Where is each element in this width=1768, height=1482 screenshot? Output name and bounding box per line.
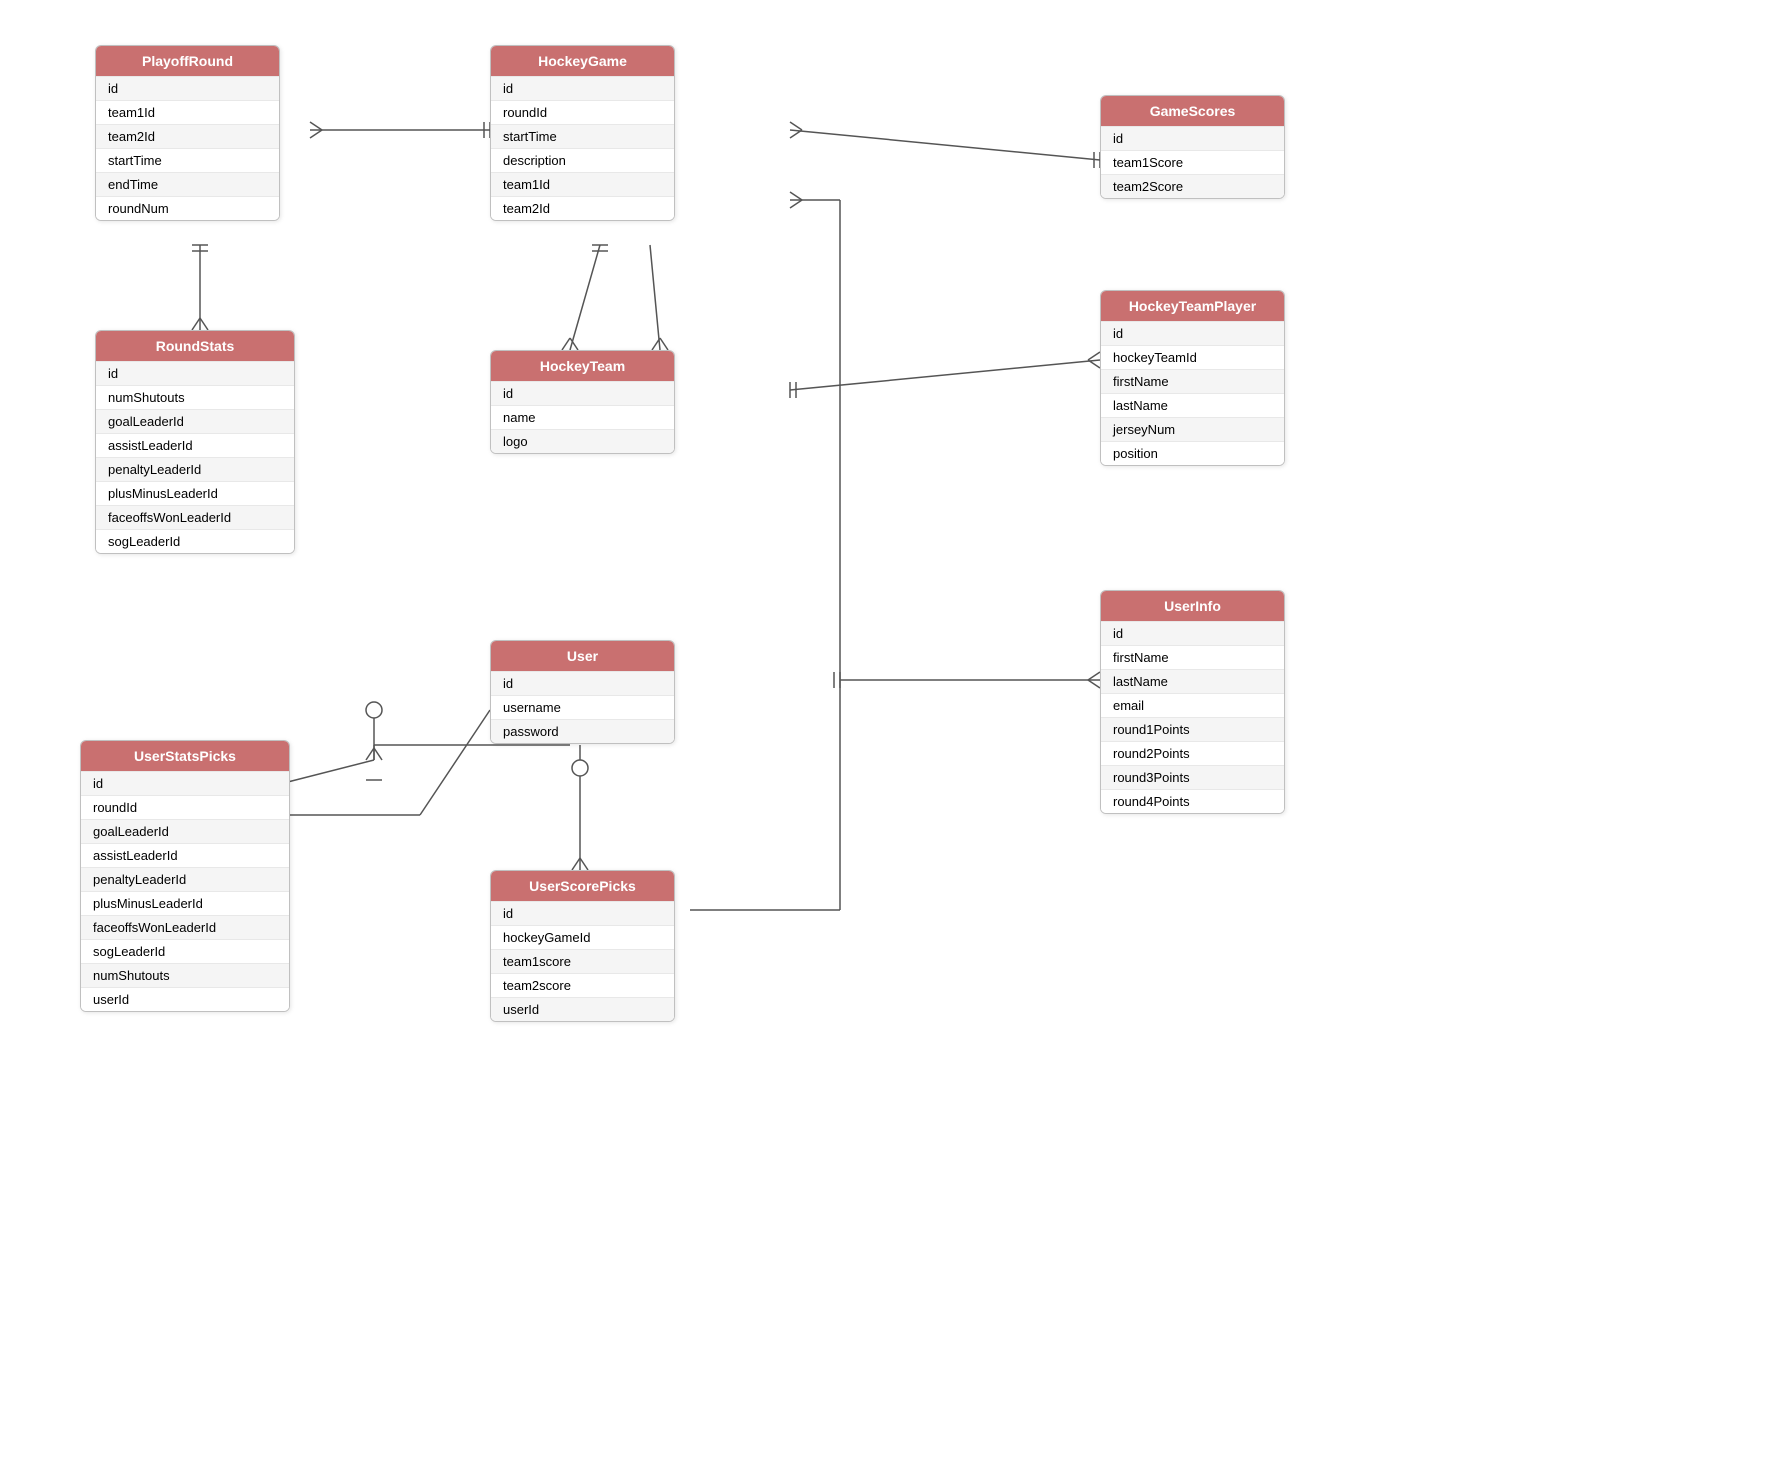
table-row: assistLeaderId [81, 843, 289, 867]
table-header-HockeyGame: HockeyGame [491, 46, 674, 76]
table-row: userId [491, 997, 674, 1021]
table-row: round4Points [1101, 789, 1284, 813]
table-body-HockeyTeamPlayer: id hockeyTeamId firstName lastName jerse… [1101, 321, 1284, 465]
table-row: description [491, 148, 674, 172]
table-row: team1Id [491, 172, 674, 196]
table-row: id [491, 901, 674, 925]
table-PlayoffRound: PlayoffRound id team1Id team2Id startTim… [95, 45, 280, 221]
table-row: team2Id [96, 124, 279, 148]
table-row: team2Id [491, 196, 674, 220]
table-body-HockeyTeam: id name logo [491, 381, 674, 453]
table-UserScorePicks: UserScorePicks id hockeyGameId team1scor… [490, 870, 675, 1022]
table-row: position [1101, 441, 1284, 465]
table-row: startTime [96, 148, 279, 172]
table-body-RoundStats: id numShutouts goalLeaderId assistLeader… [96, 361, 294, 553]
table-header-UserInfo: UserInfo [1101, 591, 1284, 621]
table-row: faceoffsWonLeaderId [81, 915, 289, 939]
table-row: sogLeaderId [96, 529, 294, 553]
table-row: id [1101, 621, 1284, 645]
table-row: id [81, 771, 289, 795]
table-row: id [491, 76, 674, 100]
table-header-RoundStats: RoundStats [96, 331, 294, 361]
table-row: hockeyGameId [491, 925, 674, 949]
table-row: sogLeaderId [81, 939, 289, 963]
table-row: id [96, 361, 294, 385]
table-body-PlayoffRound: id team1Id team2Id startTime endTime rou… [96, 76, 279, 220]
table-row: id [491, 381, 674, 405]
table-body-User: id username password [491, 671, 674, 743]
table-header-PlayoffRound: PlayoffRound [96, 46, 279, 76]
table-row: team1Id [96, 100, 279, 124]
table-header-UserScorePicks: UserScorePicks [491, 871, 674, 901]
table-row: goalLeaderId [81, 819, 289, 843]
table-row: roundId [491, 100, 674, 124]
table-row: id [1101, 126, 1284, 150]
table-row: username [491, 695, 674, 719]
table-row: email [1101, 693, 1284, 717]
table-RoundStats: RoundStats id numShutouts goalLeaderId a… [95, 330, 295, 554]
table-header-HockeyTeam: HockeyTeam [491, 351, 674, 381]
table-row: roundNum [96, 196, 279, 220]
table-row: firstName [1101, 645, 1284, 669]
table-row: lastName [1101, 393, 1284, 417]
table-header-GameScores: GameScores [1101, 96, 1284, 126]
table-row: startTime [491, 124, 674, 148]
table-row: jerseyNum [1101, 417, 1284, 441]
table-row: roundId [81, 795, 289, 819]
table-row: team1Score [1101, 150, 1284, 174]
table-header-HockeyTeamPlayer: HockeyTeamPlayer [1101, 291, 1284, 321]
table-row: goalLeaderId [96, 409, 294, 433]
table-row: penaltyLeaderId [81, 867, 289, 891]
table-HockeyTeamPlayer: HockeyTeamPlayer id hockeyTeamId firstNa… [1100, 290, 1285, 466]
table-row: faceoffsWonLeaderId [96, 505, 294, 529]
table-body-UserStatsPicks: id roundId goalLeaderId assistLeaderId p… [81, 771, 289, 1011]
table-row: team1score [491, 949, 674, 973]
table-row: round2Points [1101, 741, 1284, 765]
table-row: numShutouts [96, 385, 294, 409]
table-row: round3Points [1101, 765, 1284, 789]
table-row: id [491, 671, 674, 695]
table-UserStatsPicks: UserStatsPicks id roundId goalLeaderId a… [80, 740, 290, 1012]
table-body-HockeyGame: id roundId startTime description team1Id… [491, 76, 674, 220]
table-row: penaltyLeaderId [96, 457, 294, 481]
table-row: password [491, 719, 674, 743]
table-row: team2score [491, 973, 674, 997]
table-HockeyGame: HockeyGame id roundId startTime descript… [490, 45, 675, 221]
table-row: id [96, 76, 279, 100]
table-row: endTime [96, 172, 279, 196]
table-HockeyTeam: HockeyTeam id name logo [490, 350, 675, 454]
table-row: id [1101, 321, 1284, 345]
table-row: firstName [1101, 369, 1284, 393]
table-row: plusMinusLeaderId [96, 481, 294, 505]
table-row: logo [491, 429, 674, 453]
table-UserInfo: UserInfo id firstName lastName email rou… [1100, 590, 1285, 814]
table-row: hockeyTeamId [1101, 345, 1284, 369]
table-row: lastName [1101, 669, 1284, 693]
table-GameScores: GameScores id team1Score team2Score [1100, 95, 1285, 199]
table-body-UserInfo: id firstName lastName email round1Points… [1101, 621, 1284, 813]
table-row: round1Points [1101, 717, 1284, 741]
table-body-UserScorePicks: id hockeyGameId team1score team2score us… [491, 901, 674, 1021]
erd-diagram: PlayoffRound id team1Id team2Id startTim… [0, 0, 1768, 1482]
table-row: plusMinusLeaderId [81, 891, 289, 915]
table-row: numShutouts [81, 963, 289, 987]
table-row: team2Score [1101, 174, 1284, 198]
table-row: userId [81, 987, 289, 1011]
table-row: name [491, 405, 674, 429]
table-body-GameScores: id team1Score team2Score [1101, 126, 1284, 198]
table-row: assistLeaderId [96, 433, 294, 457]
table-User: User id username password [490, 640, 675, 744]
table-header-User: User [491, 641, 674, 671]
table-header-UserStatsPicks: UserStatsPicks [81, 741, 289, 771]
